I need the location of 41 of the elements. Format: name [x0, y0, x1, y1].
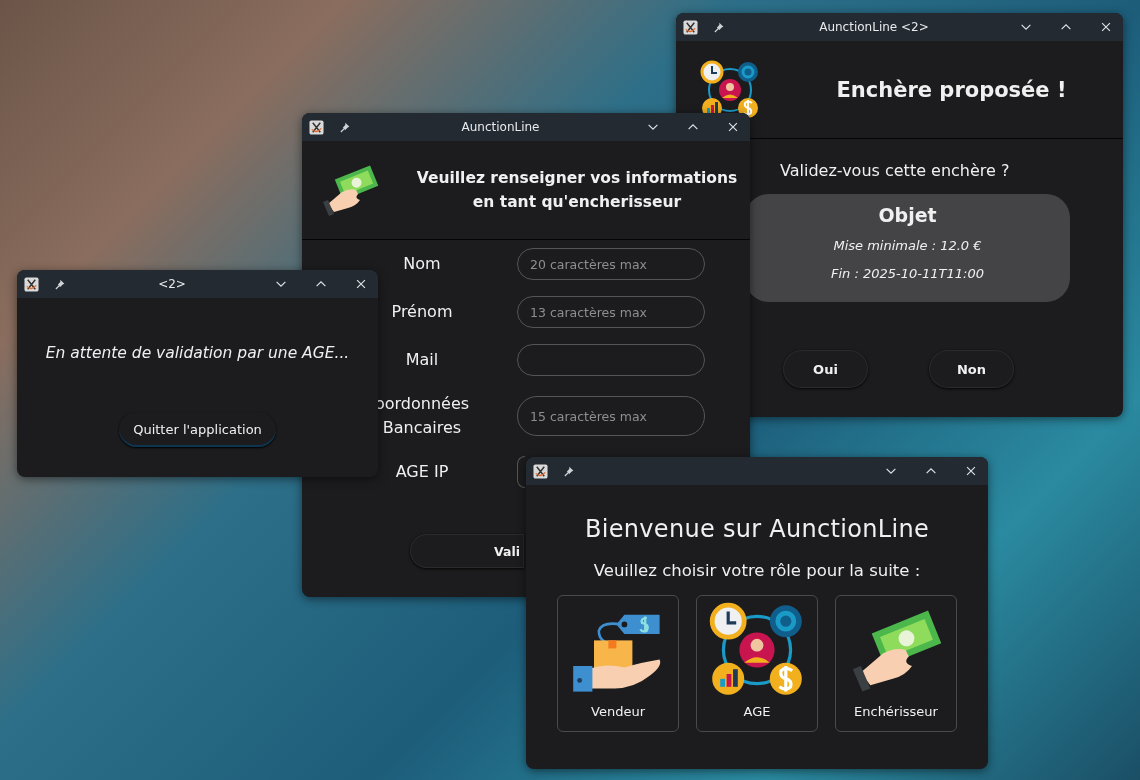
field-label: oordonnées Bancaires: [373, 393, 471, 439]
pin-icon[interactable]: [338, 120, 351, 134]
confirm-question: Validez-vous cette enchère ?: [780, 161, 1011, 180]
role-button[interactable]: AGE: [696, 595, 818, 732]
quit-button[interactable]: Quitter l'application: [119, 412, 276, 447]
form-heading: Veuillez renseigner vos informations en tant qu'encherisseur: [415, 168, 739, 213]
minimum-bid-text: Mise minimale : 12.0 €: [833, 238, 982, 253]
answer-button[interactable]: Non: [929, 350, 1014, 388]
role-button[interactable]: Enchérisseur: [835, 595, 957, 732]
close-button[interactable]: [1099, 20, 1113, 34]
role-prompt: Veuillez choisir votre rôle pour la suite :: [593, 561, 921, 580]
close-button[interactable]: [964, 464, 978, 478]
field-label: AGE IP: [394, 461, 450, 483]
app-icon: [533, 463, 548, 479]
input-field[interactable]: 20 caractères max: [517, 248, 705, 280]
field-label: Nom: [402, 253, 442, 275]
app-icon: [683, 19, 698, 35]
window-title: <2>: [157, 277, 187, 291]
input-field[interactable]: 15 caractères max: [517, 396, 705, 436]
pin-icon[interactable]: [562, 464, 575, 478]
window-title: AunctionLine <2>: [818, 20, 930, 34]
input-field[interactable]: [517, 456, 525, 488]
pin-icon[interactable]: [712, 20, 725, 34]
close-button[interactable]: [726, 120, 740, 134]
welcome-heading: Bienvenue sur AunctionLine: [585, 515, 929, 543]
waiting-message: En attente de validation par une AGE...: [45, 344, 350, 362]
pin-icon[interactable]: [53, 277, 66, 291]
window-title: AunctionLine: [460, 120, 541, 134]
end-date-text: Fin : 2025-10-11T11:00: [831, 266, 984, 281]
people-network-icon: [700, 59, 760, 120]
input-field[interactable]: [517, 344, 705, 376]
close-button[interactable]: [354, 277, 368, 291]
dialog-heading: Enchère proposée !: [835, 77, 1068, 102]
input-field[interactable]: 13 caractères max: [517, 296, 705, 328]
answer-button[interactable]: Oui: [783, 350, 868, 388]
field-label: Prénom: [390, 301, 454, 323]
app-icon: [24, 276, 39, 292]
item-title: Objet: [878, 204, 937, 226]
role-button[interactable]: Vendeur: [557, 595, 679, 732]
app-icon: [309, 119, 324, 135]
validate-button[interactable]: Vali: [410, 534, 524, 568]
